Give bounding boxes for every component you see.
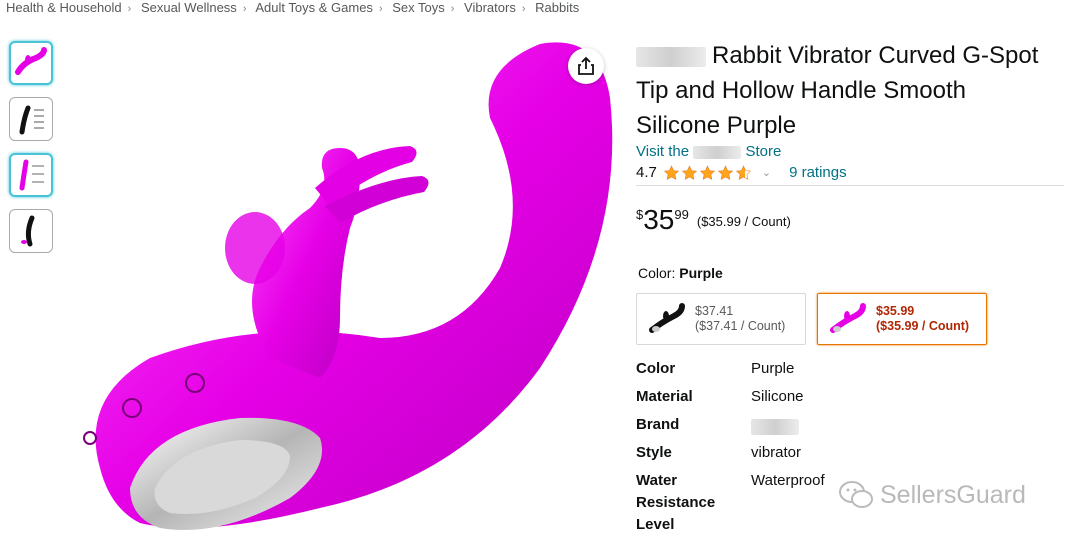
spec-row: Style vibrator xyxy=(636,442,825,470)
thumbnail-2[interactable] xyxy=(9,97,53,141)
chevron-right-icon: › xyxy=(521,3,526,15)
watermark: SellersGuard xyxy=(838,480,1026,510)
product-thumbnail-icon xyxy=(19,159,44,191)
color-label: Color: Purple xyxy=(638,265,723,281)
ratings-count-link[interactable]: 9 ratings xyxy=(789,164,847,181)
main-product-image[interactable] xyxy=(60,38,620,541)
option-price: $37.41 xyxy=(695,304,734,318)
color-selected-value: Purple xyxy=(679,265,723,281)
color-label-text: Color: xyxy=(638,265,676,281)
breadcrumb-item[interactable]: Adult Toys & Games xyxy=(255,0,373,15)
spec-key: Style xyxy=(636,444,672,461)
spec-key: Material xyxy=(636,388,693,405)
redacted-brand xyxy=(636,46,706,67)
spec-row: Color Purple xyxy=(636,358,825,386)
breadcrumb-item[interactable]: Rabbits xyxy=(535,0,579,15)
product-thumbnail-icon xyxy=(21,215,35,247)
breadcrumb: Health & Household › Sexual Wellness › Adu… xyxy=(6,0,579,15)
thumbnail-strip xyxy=(9,41,55,265)
share-button[interactable] xyxy=(568,48,604,84)
spec-row: Material Silicone xyxy=(636,386,825,414)
option-unit-price: ($35.99 / Count) xyxy=(876,319,970,333)
chevron-down-icon[interactable]: ⌄ xyxy=(762,166,771,179)
spec-row: Water Resistance Level Waterproof xyxy=(636,470,825,536)
breadcrumb-item[interactable]: Vibrators xyxy=(464,0,516,15)
redacted-brand-value xyxy=(751,418,799,435)
star-icon xyxy=(699,164,715,180)
breadcrumb-item[interactable]: Sex Toys xyxy=(392,0,445,15)
store-link[interactable]: Visit the Store xyxy=(636,143,781,160)
divider xyxy=(636,185,1064,186)
star-icon xyxy=(717,164,733,180)
spec-key: Color xyxy=(636,360,676,377)
watermark-text: SellersGuard xyxy=(880,480,1026,509)
option-price: $35.99 xyxy=(876,304,915,318)
spec-value-redacted xyxy=(751,414,799,442)
redacted-store-name xyxy=(693,145,742,159)
share-icon xyxy=(578,56,594,75)
store-link-suffix: Store xyxy=(745,143,782,160)
store-link-prefix: Visit the xyxy=(636,143,690,160)
option-unit-price: ($37.41 / Count) xyxy=(695,319,786,333)
product-thumbnail-icon xyxy=(15,47,47,75)
thumbnail-1[interactable] xyxy=(9,41,53,85)
spec-value: vibrator xyxy=(751,444,802,461)
product-specs-table: Color Purple Material Silicone Brand Sty… xyxy=(636,358,825,536)
star-icon xyxy=(681,164,697,180)
breadcrumb-item[interactable]: Sexual Wellness xyxy=(141,0,237,15)
rating-value: 4.7 xyxy=(636,164,657,181)
spec-value: Silicone xyxy=(751,388,804,405)
color-option-purple[interactable]: $35.99 ($35.99 / Count) xyxy=(817,293,987,345)
price: $ 35 99 ($35.99 / Count) xyxy=(636,204,791,236)
star-rating[interactable] xyxy=(663,164,752,181)
product-title: Rabbit Vibrator Curved G-Spot Tip and Ho… xyxy=(636,38,1046,143)
chevron-right-icon: › xyxy=(378,3,383,15)
thumbnail-3[interactable] xyxy=(9,153,53,197)
chevron-right-icon: › xyxy=(127,3,132,15)
price-whole: 35 xyxy=(643,204,675,235)
star-icon xyxy=(663,164,679,180)
spec-key: Brand xyxy=(636,416,680,433)
unit-price: ($35.99 / Count) xyxy=(696,214,791,229)
breadcrumb-item[interactable]: Health & Household xyxy=(6,0,122,15)
chevron-right-icon: › xyxy=(242,3,247,15)
color-option-black[interactable]: $37.41 ($37.41 / Count) xyxy=(636,293,806,345)
purple-rabbit-thumbnail xyxy=(828,299,868,339)
spec-value: Waterproof xyxy=(751,472,825,489)
spec-value: Purple xyxy=(751,360,795,377)
black-rabbit-thumbnail xyxy=(647,299,687,339)
chevron-right-icon: › xyxy=(450,3,455,15)
price-fraction: 99 xyxy=(674,207,689,222)
spec-key: Water Resistance Level xyxy=(636,472,716,533)
chat-bubbles-icon xyxy=(839,481,873,508)
product-thumbnail-icon xyxy=(19,105,44,135)
half-star-icon xyxy=(735,164,751,180)
spec-row: Brand xyxy=(636,414,825,442)
price-currency: $ xyxy=(636,207,644,222)
thumbnail-4[interactable] xyxy=(9,209,53,253)
rating-row: 4.7 ⌄ 9 ratings xyxy=(636,164,847,181)
